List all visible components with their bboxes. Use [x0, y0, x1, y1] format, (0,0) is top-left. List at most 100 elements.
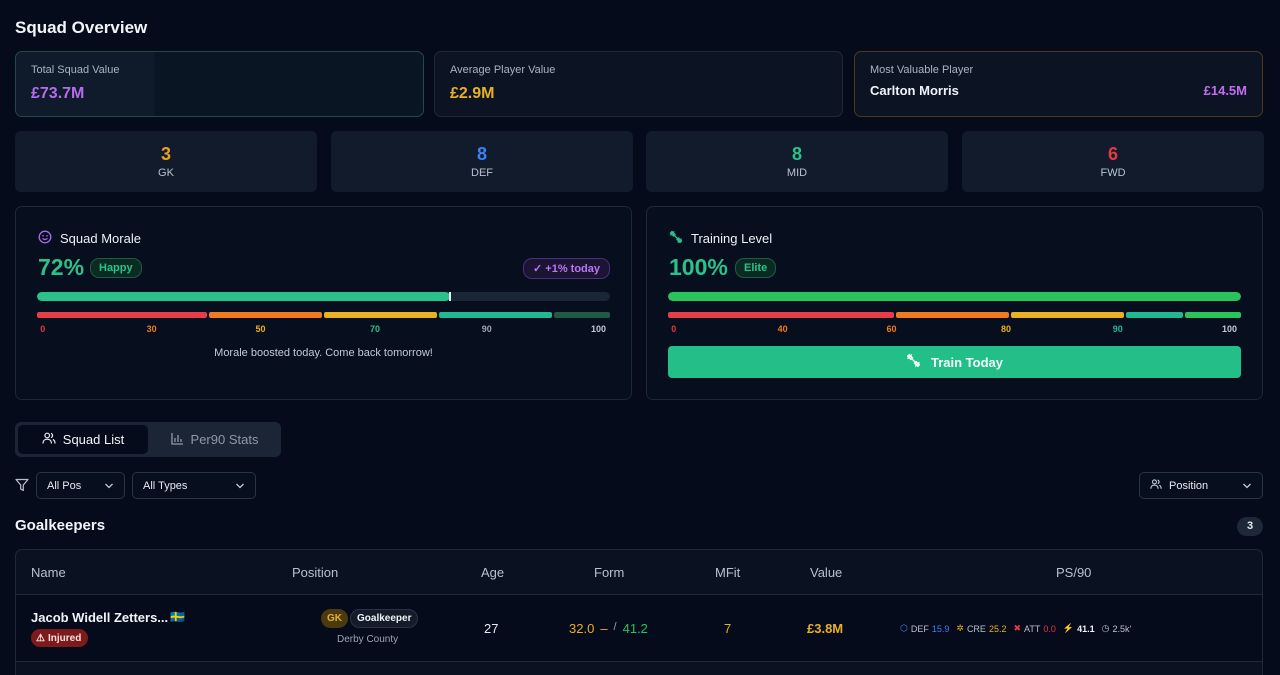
check-icon: ✓: [533, 263, 543, 275]
morale-change-text: +1% today: [545, 263, 600, 275]
table-row[interactable]: Jacob Widell Zetters... 🇸🇪 ⚠ Injured GK …: [16, 594, 1262, 662]
morale-progress-marker: [448, 292, 451, 301]
form-peak: 41.2: [622, 621, 648, 636]
dumbbell-icon: [906, 353, 921, 371]
morale-scale-labels: 0 30 50 70 90 100: [37, 324, 610, 336]
view-tabs: Squad List Per90 Stats: [15, 422, 281, 457]
bar-chart-icon: [170, 432, 184, 448]
training-scale-label: 40: [777, 324, 788, 334]
morale-scale-label: 50: [255, 324, 266, 334]
morale-scale-label: 0: [40, 324, 46, 334]
ps90-cre-label: CRE: [966, 623, 986, 634]
training-scale-segment: [1011, 312, 1124, 318]
morale-scale-label: 30: [146, 324, 157, 334]
morale-change-badge: ✓ +1% today: [523, 258, 610, 279]
player-value: £3.8M: [807, 621, 844, 636]
most-valuable-player-label: Most Valuable Player: [870, 64, 974, 76]
morale-scale: [37, 312, 610, 318]
most-valuable-player-value: £14.5M: [1203, 83, 1247, 98]
train-today-label: Train Today: [931, 354, 1003, 370]
player-name[interactable]: Jacob Widell Zetters...: [31, 610, 168, 625]
ps90-total: 41.1: [1077, 623, 1095, 634]
clock-icon: ◷: [1101, 623, 1110, 633]
training-scale-segment: [896, 312, 1009, 318]
training-level-title: Training Level: [691, 231, 773, 246]
column-header-ps90[interactable]: PS/90: [1056, 565, 1091, 580]
training-scale-segment: [1126, 312, 1183, 318]
morale-scale-segment: [208, 312, 322, 318]
training-scale-labels: 0 40 60 80 90 100: [668, 324, 1241, 336]
gk-count: 3: [160, 144, 171, 164]
players-table: Name Position Age Form MFit Value PS/90 …: [15, 549, 1263, 675]
training-progress-bar: [668, 292, 1241, 301]
gk-label: GK: [158, 167, 174, 179]
dumbbell-icon: [669, 230, 683, 247]
sort-select-value: Position: [1169, 479, 1209, 492]
type-filter-select[interactable]: All Types: [132, 472, 256, 499]
tab-squad-list[interactable]: Squad List: [18, 425, 148, 454]
training-scale-label: 90: [1112, 324, 1123, 334]
mid-label: MID: [786, 167, 808, 179]
ps90-att-label: ATT: [1024, 623, 1041, 634]
training-scale-label: 100: [1222, 324, 1238, 334]
column-header-position[interactable]: Position: [292, 565, 338, 580]
squad-morale-header: Squad Morale: [38, 230, 141, 247]
train-today-button[interactable]: Train Today: [668, 346, 1241, 378]
position-count-fwd: 6 FWD: [962, 131, 1264, 192]
average-player-value-card: Average Player Value £2.9M: [434, 51, 843, 117]
position-filter-select[interactable]: All Pos: [36, 472, 125, 499]
ps90-att-value: 0.0: [1043, 623, 1056, 634]
morale-scale-label: 90: [481, 324, 492, 334]
chevron-down-icon: [1242, 481, 1252, 494]
ps90-cre-value: 25.2: [988, 623, 1007, 634]
column-header-age[interactable]: Age: [481, 565, 504, 580]
position-count-gk: 3 GK: [15, 131, 317, 192]
position-short-badge: GK: [321, 609, 348, 628]
flag-sweden-icon: 🇸🇪: [170, 610, 185, 624]
total-squad-value-label: Total Squad Value: [31, 64, 120, 76]
morale-scale-segment: [323, 312, 437, 318]
column-header-name[interactable]: Name: [31, 565, 66, 580]
chevron-down-icon: [235, 481, 245, 494]
training-scale: [668, 312, 1241, 318]
morale-scale-label: 70: [370, 324, 381, 334]
column-header-value[interactable]: Value: [810, 565, 842, 580]
morale-progress-bar: [37, 292, 610, 301]
def-label: DEF: [471, 167, 493, 179]
morale-status-badge: Happy: [90, 258, 142, 278]
training-scale-label: 0: [671, 324, 677, 334]
training-scale-label: 60: [886, 324, 897, 334]
filter-icon: [15, 478, 29, 497]
sparkle-icon: ✲: [956, 623, 964, 633]
column-header-mfit[interactable]: MFit: [715, 565, 740, 580]
chevron-down-icon: [104, 481, 114, 494]
users-icon: [42, 431, 56, 448]
def-count: 8: [476, 144, 487, 164]
player-age: 27: [484, 621, 499, 636]
fwd-count: 6: [1107, 144, 1118, 164]
page-title: Squad Overview: [15, 18, 148, 37]
position-filter-value: All Pos: [47, 479, 82, 492]
tab-per90-stats-label: Per90 Stats: [190, 432, 259, 447]
player-club: Derby County: [337, 634, 399, 645]
sort-select[interactable]: Position: [1139, 472, 1263, 499]
tab-per90-stats[interactable]: Per90 Stats: [151, 425, 278, 454]
training-level-panel: Training Level 100% Elite 0 40 60 80 90 …: [646, 206, 1263, 400]
position-long-badge: Goalkeeper: [350, 609, 419, 628]
morale-scale-label: 100: [591, 324, 607, 334]
morale-progress-fill: [37, 292, 450, 301]
most-valuable-player-card[interactable]: Most Valuable Player Carlton Morris £14.…: [854, 51, 1263, 117]
morale-message: Morale boosted today. Come back tomorrow…: [214, 347, 433, 359]
position-count-def: 8 DEF: [331, 131, 633, 192]
swords-icon: ✖: [1013, 623, 1022, 633]
training-scale-segment: [1184, 312, 1241, 318]
column-header-form[interactable]: Form: [594, 565, 624, 580]
ps90-def-value: 15.9: [931, 623, 950, 634]
total-squad-value: £73.7M: [31, 85, 85, 102]
average-player-value-label: Average Player Value: [450, 64, 556, 76]
status-badge-text: Injured: [47, 632, 82, 644]
form-separator: /: [613, 621, 617, 633]
training-level-header: Training Level: [669, 230, 772, 247]
smile-icon: [38, 230, 52, 247]
tab-squad-list-label: Squad List: [62, 432, 125, 447]
